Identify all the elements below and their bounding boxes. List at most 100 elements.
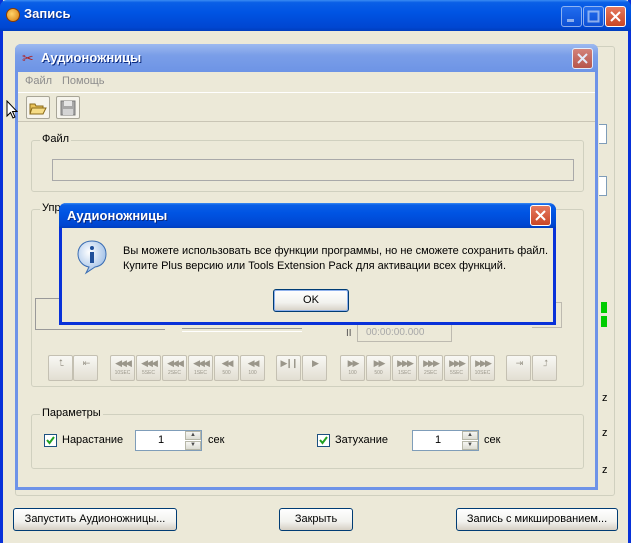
- back-1sec-button[interactable]: ◀◀◀ 1SEC: [188, 355, 213, 381]
- time-display: 00:00:00.000: [357, 324, 452, 342]
- message-dialog: Аудионожницы Вы можете использовать все …: [59, 203, 556, 325]
- open-file-button[interactable]: [26, 96, 50, 119]
- player-button-caption: 5SEC: [141, 370, 156, 376]
- toolbar: [18, 92, 595, 122]
- params-group: Параметры Нарастание 1 ▲ ▼ сек Затухание…: [31, 407, 584, 469]
- fwd-500-button[interactable]: ▶▶ 500: [366, 355, 391, 381]
- goto-start-icon: ⇤: [82, 358, 91, 368]
- player-button-caption: 1SEC: [397, 370, 412, 376]
- checkmark-icon: [319, 436, 328, 445]
- close-icon: [535, 210, 546, 221]
- player-button-caption: 100: [248, 370, 257, 376]
- fwd-5sec-button[interactable]: ▶▶▶ 5SEC: [444, 355, 469, 381]
- player-button-caption: 500: [374, 370, 383, 376]
- close-icon: [610, 11, 621, 22]
- play-button[interactable]: ▶: [302, 355, 327, 381]
- close-button[interactable]: Закрыть: [279, 508, 353, 531]
- maximize-icon: [587, 10, 600, 23]
- fade-out-down-arrow-icon[interactable]: ▼: [462, 441, 478, 450]
- player-button-caption: 5SEC: [449, 370, 464, 376]
- menu-file[interactable]: Файл: [25, 75, 52, 87]
- outer-titlebar[interactable]: Запись: [0, 0, 631, 31]
- player-button-caption: 500: [222, 370, 231, 376]
- dialog-close-button[interactable]: [530, 205, 551, 226]
- pause-indicator: II: [346, 328, 352, 339]
- fwd-5sec-icon: ▶▶▶: [449, 358, 466, 368]
- play-icon: ▶: [312, 358, 319, 368]
- minimize-button[interactable]: [561, 6, 582, 27]
- fade-in-value: 1: [158, 434, 165, 446]
- back-100-icon: ◀◀: [247, 358, 260, 368]
- back-2sec-button[interactable]: ◀◀◀ 2SEC: [162, 355, 187, 381]
- file-group: Файл: [31, 133, 584, 192]
- fade-out-unit: сек: [484, 434, 501, 446]
- fade-in-down-arrow-icon[interactable]: ▼: [185, 441, 201, 450]
- back-100-button[interactable]: ◀◀ 100: [240, 355, 265, 381]
- fwd-1sec-button[interactable]: ▶▶▶ 1SEC: [392, 355, 417, 381]
- back-2sec-icon: ◀◀◀: [167, 358, 184, 368]
- audio-cutter-close-button[interactable]: [572, 48, 593, 69]
- back-500-button[interactable]: ◀◀ 500: [214, 355, 239, 381]
- launch-audio-cutter-button[interactable]: Запустить Аудионожницы...: [13, 508, 177, 531]
- mark-end-button[interactable]: ⮥: [532, 355, 557, 381]
- fade-out-spinner[interactable]: 1 ▲ ▼: [412, 430, 479, 451]
- player-button-caption: 100: [348, 370, 357, 376]
- dialog-message-line2: Купите Plus версию или Tools Extension P…: [123, 260, 507, 272]
- fade-out-up-arrow-icon[interactable]: ▲: [462, 431, 478, 440]
- goto-start-button[interactable]: ⇤: [73, 355, 98, 381]
- audio-cutter-title: Аудионожницы: [41, 50, 142, 65]
- fwd-100-icon: ▶▶: [347, 358, 360, 368]
- player-button-caption: 2SEC: [167, 370, 182, 376]
- fwd-2sec-icon: ▶▶▶: [423, 358, 440, 368]
- back-5sec-button[interactable]: ◀◀◀ 5SEC: [136, 355, 161, 381]
- position-slider[interactable]: [182, 328, 302, 332]
- file-path-field[interactable]: [52, 159, 574, 181]
- record-with-mixing-button[interactable]: Запись с микшированием...: [456, 508, 618, 531]
- fwd-10sec-button[interactable]: ▶▶▶ 10SEC: [470, 355, 495, 381]
- fwd-2sec-button[interactable]: ▶▶▶ 2SEC: [418, 355, 443, 381]
- fade-in-spinner[interactable]: 1 ▲ ▼: [135, 430, 202, 451]
- fwd-10sec-icon: ▶▶▶: [475, 358, 492, 368]
- dialog-title: Аудионожницы: [67, 208, 168, 223]
- maximize-button[interactable]: [583, 6, 604, 27]
- ok-button[interactable]: OK: [273, 289, 349, 312]
- scissors-icon: ✂: [22, 50, 34, 66]
- back-10sec-button[interactable]: ◀◀◀ 10SEC: [110, 355, 135, 381]
- audio-cutter-titlebar[interactable]: ✂ Аудионожницы: [15, 44, 598, 72]
- minimize-icon: [567, 19, 574, 22]
- save-file-button[interactable]: [56, 96, 80, 119]
- fwd-100-button[interactable]: ▶▶ 100: [340, 355, 365, 381]
- back-500-icon: ◀◀: [221, 358, 234, 368]
- goto-end-icon: ⇥: [515, 358, 524, 368]
- menu-help[interactable]: Помощь: [62, 75, 105, 87]
- dialog-message-line1: Вы можете использовать все функции прогр…: [123, 245, 549, 257]
- outer-close-button[interactable]: [605, 6, 626, 27]
- player-button-caption: 2SEC: [423, 370, 438, 376]
- fade-out-checkbox[interactable]: [317, 434, 330, 447]
- fade-out-value: 1: [435, 434, 442, 446]
- player-button-caption: 10SEC: [114, 370, 131, 376]
- close-icon: [577, 53, 588, 64]
- back-10sec-icon: ◀◀◀: [115, 358, 132, 368]
- mouse-cursor-icon: [6, 100, 18, 119]
- play-pause-button[interactable]: ▶❙❙: [276, 355, 301, 381]
- player-button-caption: 1SEC: [193, 370, 208, 376]
- play-pause-icon: ▶❙❙: [280, 358, 298, 368]
- fade-in-checkbox[interactable]: [44, 434, 57, 447]
- dialog-titlebar[interactable]: Аудионожницы: [59, 203, 556, 228]
- checkmark-icon: [46, 436, 55, 445]
- file-group-label: Файл: [40, 133, 72, 145]
- back-5sec-icon: ◀◀◀: [141, 358, 158, 368]
- save-icon: [60, 100, 76, 116]
- info-icon: [77, 240, 107, 275]
- folder-open-icon: [29, 103, 47, 115]
- outer-window-title: Запись: [24, 6, 71, 21]
- player-button-caption: 10SEC: [474, 370, 491, 376]
- fade-out-label: Затухание: [335, 434, 389, 446]
- mark-start-button[interactable]: ⮤: [48, 355, 73, 381]
- params-group-label: Параметры: [40, 407, 103, 419]
- mark-start-icon: ⮤: [58, 358, 64, 368]
- goto-end-button[interactable]: ⇥: [506, 355, 531, 381]
- app-logo-icon: [6, 8, 20, 22]
- fade-in-up-arrow-icon[interactable]: ▲: [185, 431, 201, 440]
